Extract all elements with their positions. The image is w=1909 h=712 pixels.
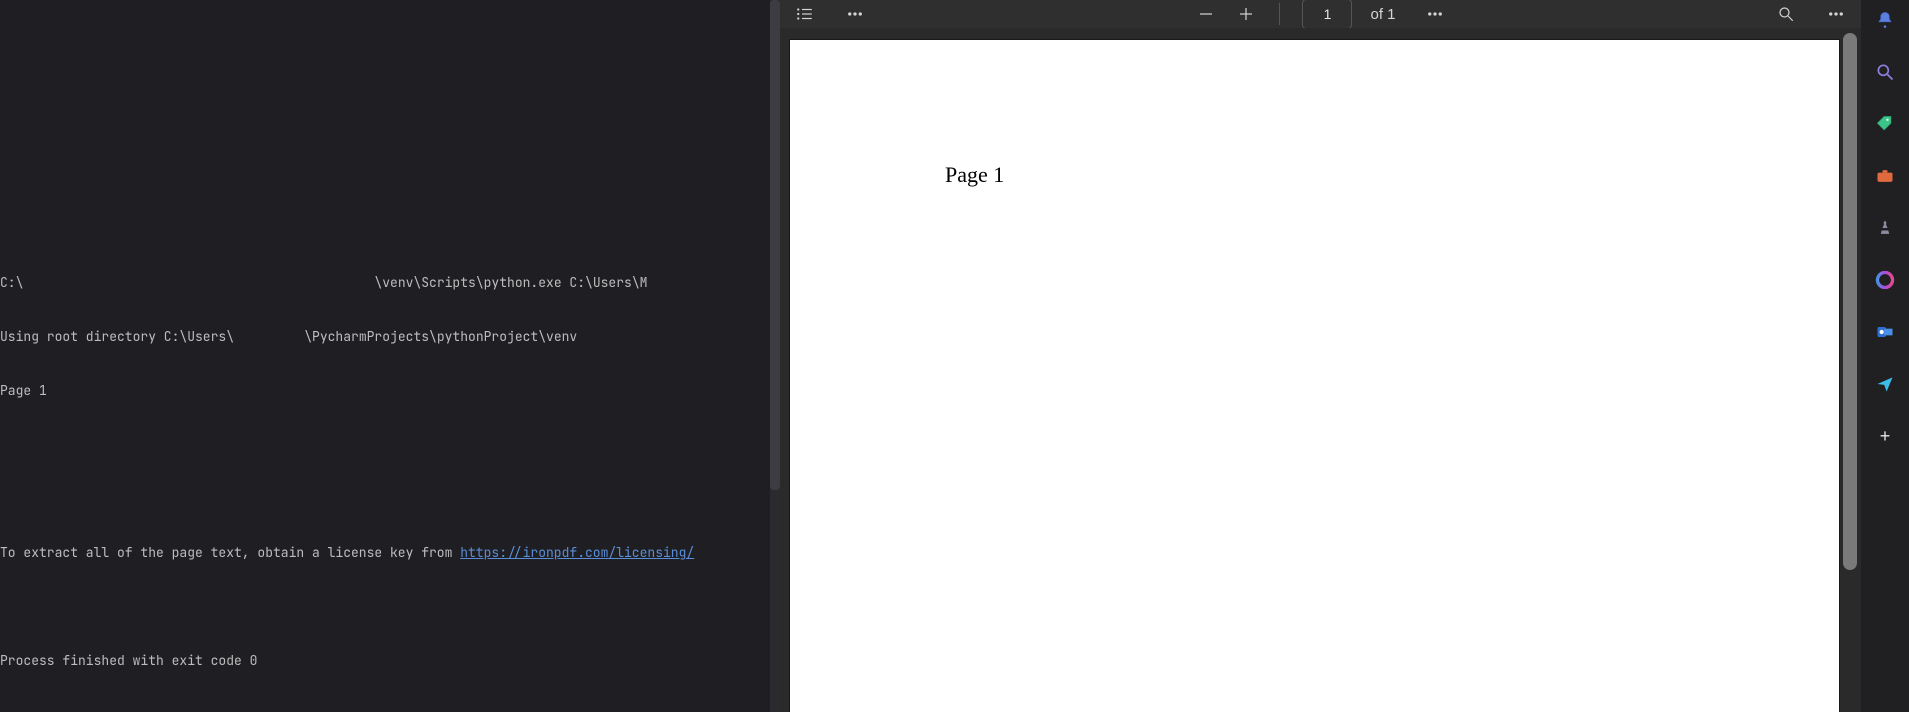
office365-icon xyxy=(1875,270,1895,290)
sidebar-tools-button[interactable] xyxy=(1865,156,1905,196)
console-exit-line: Process finished with exit code 0 xyxy=(0,652,780,670)
table-of-contents-button[interactable] xyxy=(794,3,816,25)
minus-icon xyxy=(1197,5,1215,23)
bell-icon xyxy=(1875,10,1895,30)
page-more-button[interactable] xyxy=(1424,3,1446,25)
zoom-out-button[interactable] xyxy=(1195,3,1217,25)
ellipsis-icon xyxy=(1426,5,1444,23)
sidebar-notifications-button[interactable] xyxy=(1865,0,1905,40)
console-license-line: To extract all of the page text, obtain … xyxy=(0,544,780,562)
zoom-in-button[interactable] xyxy=(1235,3,1257,25)
sidebar-office365-button[interactable] xyxy=(1865,260,1905,300)
find-button[interactable] xyxy=(1775,3,1797,25)
ide-scrollbar-track[interactable] xyxy=(770,0,780,712)
page-number-input[interactable] xyxy=(1302,0,1352,29)
send-icon xyxy=(1875,374,1895,394)
more-left-button[interactable] xyxy=(844,3,866,25)
sidebar-games-button[interactable] xyxy=(1865,208,1905,248)
pdf-page: Page 1 xyxy=(790,40,1839,712)
sidebar-shopping-button[interactable] xyxy=(1865,104,1905,144)
console-text: Page 1 xyxy=(0,382,780,400)
chess-icon xyxy=(1875,218,1895,238)
list-icon xyxy=(796,5,814,23)
pdf-page-text: Page 1 xyxy=(945,162,1004,188)
outlook-icon xyxy=(1875,322,1895,342)
pdf-viewer-app: of 1 Page 1 xyxy=(780,0,1861,712)
search-plus-icon xyxy=(1875,62,1895,82)
pdf-scrollbar-track[interactable] xyxy=(1843,33,1857,707)
license-link[interactable]: https://ironpdf.com/licensing/ xyxy=(460,544,694,561)
ide-scrollbar-thumb[interactable] xyxy=(770,0,780,490)
sidebar-send-button[interactable] xyxy=(1865,364,1905,404)
search-icon xyxy=(1777,5,1795,23)
page-count-label: of 1 xyxy=(1370,6,1395,23)
ide-run-console: C:\ \venv\Scripts\python.exe C:\Users\M … xyxy=(0,0,780,712)
browser-sidebar: + xyxy=(1861,0,1909,712)
sidebar-outlook-button[interactable] xyxy=(1865,312,1905,352)
price-tag-icon xyxy=(1875,114,1895,134)
plus-icon xyxy=(1237,5,1255,23)
briefcase-icon xyxy=(1875,166,1895,186)
sidebar-search-button[interactable] xyxy=(1865,52,1905,92)
pdf-scrollbar-thumb[interactable] xyxy=(1843,33,1857,570)
console-text: Using root directory C:\Users\ \PycharmP… xyxy=(0,328,577,345)
console-output: C:\ \venv\Scripts\python.exe C:\Users\M … xyxy=(0,238,780,706)
plus-icon: + xyxy=(1880,426,1891,447)
ellipsis-icon xyxy=(1827,5,1845,23)
ellipsis-icon xyxy=(846,5,864,23)
pdf-document-area[interactable]: Page 1 xyxy=(780,28,1861,712)
toolbar-divider xyxy=(1279,3,1280,25)
more-right-button[interactable] xyxy=(1825,3,1847,25)
pdf-toolbar: of 1 xyxy=(780,0,1861,28)
sidebar-add-button[interactable]: + xyxy=(1865,416,1905,456)
